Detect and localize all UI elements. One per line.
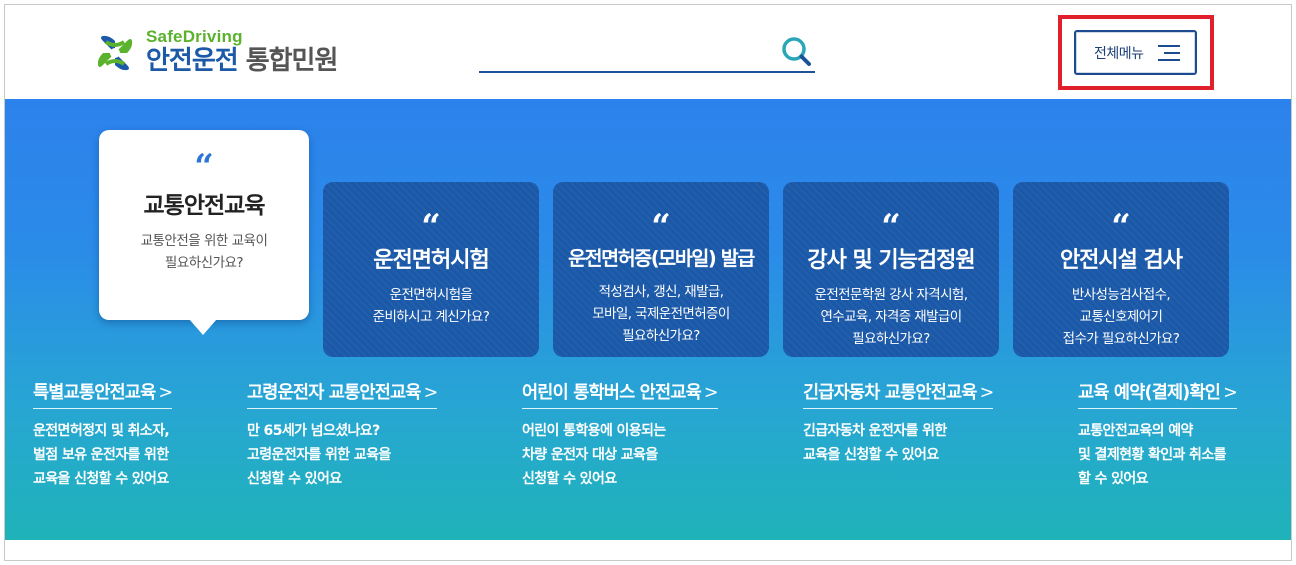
card-description: 적성검사, 갱신, 재발급, 모바일, 국제운전면허증이 필요하신가요?: [592, 284, 730, 344]
hero-section: “ 교통안전교육 교통안전을 위한 교육이 필요하신가요? “ 운전면허시험 운…: [5, 99, 1291, 540]
chevron-right-icon: >: [1223, 383, 1238, 403]
card-description: 교통안전을 위한 교육이 필요하신가요?: [140, 233, 268, 271]
link-emergency-vehicle-education[interactable]: 긴급자동차 교통안전교육 >: [803, 379, 995, 409]
card-title: 운전면허시험: [373, 248, 489, 273]
link-school-bus-education[interactable]: 어린이 통학버스 안전교육 >: [522, 379, 719, 409]
chevron-right-icon: >: [703, 383, 719, 403]
site-header: SafeDriving 안전운전 통합민원 전체메뉴: [5, 5, 1291, 99]
card-license-issuance[interactable]: “ 운전면허증(모바일) 발급 적성검사, 갱신, 재발급, 모바일, 국제운전…: [553, 182, 769, 357]
hamburger-menu-icon: [1157, 44, 1180, 62]
quote-icon: “: [881, 212, 901, 236]
link-description: 어린이 통학용에 이용되는 차량 운전자 대상 교육을 신청할 수 있어요: [522, 423, 666, 487]
card-description: 운전전문학원 강사 자격시험, 연수교육, 자격증 재발급이 필요하신가요?: [814, 287, 969, 347]
chevron-right-icon: >: [979, 383, 995, 403]
full-menu-label: 전체메뉴: [1094, 45, 1144, 62]
full-menu-button[interactable]: 전체메뉴: [1074, 30, 1197, 75]
quote-icon: “: [1111, 212, 1131, 236]
search-input[interactable]: [479, 33, 769, 69]
quote-icon: “: [651, 212, 671, 236]
link-group-reservation-check: 교육 예약(결제)확인 > 교통안전교육의 예약 및 결제현황 확인과 취소를 할…: [1078, 379, 1238, 491]
logo-korean-secondary: 통합민원: [245, 46, 339, 76]
link-description: 만 65세가 넘으셨나요? 고령운전자를 위한 교육을 신청할 수 있어요: [247, 423, 391, 487]
link-group-special-education: 특별교통안전교육 > 운전면허정지 및 취소자, 벌점 보유 운전자를 위한 교육…: [33, 379, 173, 491]
search-bar: [479, 33, 815, 73]
quote-icon: “: [421, 212, 441, 236]
card-description: 운전면허시험을 준비하시고 계신가요?: [372, 287, 490, 325]
card-title: 교통안전교육: [143, 193, 266, 219]
link-education-reservation-check[interactable]: 교육 예약(결제)확인 >: [1078, 379, 1238, 409]
card-driver-license-exam[interactable]: “ 운전면허시험 운전면허시험을 준비하시고 계신가요?: [323, 182, 539, 357]
search-icon: [782, 37, 811, 66]
card-traffic-safety-education[interactable]: “ 교통안전교육 교통안전을 위한 교육이 필요하신가요?: [99, 130, 309, 335]
safedriving-logo-icon: [96, 34, 134, 72]
link-group-emergency-vehicle: 긴급자동차 교통안전교육 > 긴급자동차 운전자를 위한 교육을 신청할 수 있어…: [803, 379, 995, 467]
logo-korean-primary: 안전운전: [146, 46, 239, 76]
site-logo[interactable]: SafeDriving 안전운전 통합민원: [96, 27, 339, 76]
link-description: 긴급자동차 운전자를 위한 교육을 신청할 수 있어요: [803, 423, 947, 463]
chevron-right-icon: >: [158, 383, 173, 403]
card-title: 안전시설 검사: [1059, 248, 1183, 273]
chevron-right-icon: >: [423, 383, 439, 403]
link-group-school-bus: 어린이 통학버스 안전교육 > 어린이 통학용에 이용되는 차량 운전자 대상 교…: [522, 379, 719, 491]
card-instructor-examiner[interactable]: “ 강사 및 기능검정원 운전전문학원 강사 자격시험, 연수교육, 자격증 재…: [783, 182, 999, 357]
search-button[interactable]: [779, 35, 815, 69]
link-description: 운전면허정지 및 취소자, 벌점 보유 운전자를 위한 교육을 신청할 수 있어…: [33, 423, 170, 487]
card-title: 강사 및 기능검정원: [807, 248, 975, 273]
card-safety-facility-inspection[interactable]: “ 안전시설 검사 반사성능검사접수, 교통신호제어기 접수가 필요하신가요?: [1013, 182, 1229, 357]
page-frame: SafeDriving 안전운전 통합민원 전체메뉴 “ 교통안전교육 교통안전…: [4, 4, 1292, 561]
quote-icon: “: [194, 152, 214, 176]
card-title: 운전면허증(모바일) 발급: [568, 247, 755, 270]
card-description: 반사성능검사접수, 교통신호제어기 접수가 필요하신가요?: [1062, 287, 1180, 347]
logo-english-text: SafeDriving: [146, 27, 243, 46]
link-special-traffic-education[interactable]: 특별교통안전교육 >: [33, 379, 173, 409]
link-description: 교통안전교육의 예약 및 결제현황 확인과 취소를 할 수 있어요: [1078, 423, 1227, 487]
link-senior-driver-education[interactable]: 고령운전자 교통안전교육 >: [247, 379, 439, 409]
speech-bubble-notch: [189, 319, 217, 335]
link-group-senior-driver: 고령운전자 교통안전교육 > 만 65세가 넘으셨나요? 고령운전자를 위한 교육…: [247, 379, 439, 491]
